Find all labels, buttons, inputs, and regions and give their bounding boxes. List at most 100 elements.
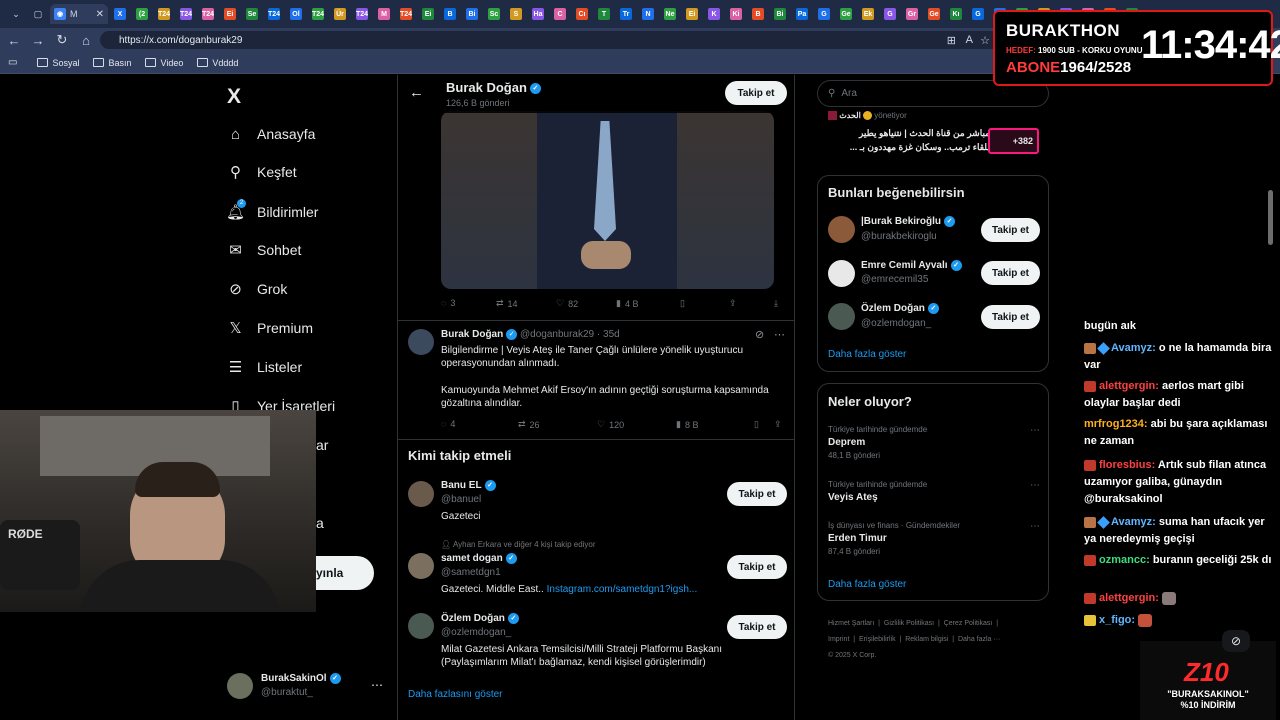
back-arrow-icon[interactable]: ← xyxy=(409,84,424,101)
footer-link[interactable]: Erişilebilirlik xyxy=(859,636,896,643)
sidebar-partial-label[interactable]: ar xyxy=(316,437,328,453)
browser-tab[interactable]: Ür xyxy=(330,4,350,24)
browser-tab[interactable]: T24 xyxy=(154,4,174,24)
tweet-author-name[interactable]: Burak Doğan xyxy=(441,329,503,340)
reply-button[interactable]: ◌ 3 xyxy=(441,298,455,308)
sidebar-item-premium[interactable]: 𝕏 Premium xyxy=(227,316,313,340)
bookmark-button[interactable]: ▯ xyxy=(680,298,685,309)
avatar[interactable] xyxy=(828,260,855,287)
user-handle[interactable]: @sametdgn1 xyxy=(441,567,501,578)
show-more-link[interactable]: Daha fazlasını göster xyxy=(408,689,503,700)
browser-tab[interactable]: Ge xyxy=(924,4,944,24)
sidebar-item-home[interactable]: ⌂ Anasayfa xyxy=(227,122,315,146)
browser-tab[interactable]: K xyxy=(704,4,724,24)
browser-tab[interactable]: G xyxy=(880,4,900,24)
browser-tab[interactable]: Ei xyxy=(220,4,240,24)
browser-tab[interactable]: Bi xyxy=(770,4,790,24)
browser-tab[interactable]: T24 xyxy=(308,4,328,24)
avatar[interactable] xyxy=(408,613,434,639)
browser-tab[interactable]: M xyxy=(374,4,394,24)
show-more-link[interactable]: Daha fazla göster xyxy=(828,349,906,360)
browser-tab[interactable]: T24 xyxy=(264,4,284,24)
user-name[interactable]: Emre Cemil Ayvalı xyxy=(861,260,948,271)
browser-tab[interactable]: C xyxy=(550,4,570,24)
follow-button[interactable]: Takip et xyxy=(981,218,1040,242)
url-bar[interactable]: https://x.com/doganburak29 ⊞ A ☆ xyxy=(100,31,1000,49)
footer-link[interactable]: Çerez Politikası xyxy=(944,620,993,627)
show-more-link[interactable]: Daha fazla göster xyxy=(828,579,906,590)
follow-button[interactable]: Takip et xyxy=(727,615,787,639)
more-icon[interactable]: ⋯ xyxy=(1030,425,1040,436)
bookmark-folder[interactable]: Video xyxy=(145,58,183,68)
footer-link[interactable]: Imprint xyxy=(828,636,849,643)
forward-button[interactable]: → xyxy=(28,30,48,50)
retweet-button[interactable]: ⇄ 26 xyxy=(518,419,540,430)
more-icon[interactable]: ⋯ xyxy=(1030,480,1040,491)
browser-tab[interactable]: T24 xyxy=(198,4,218,24)
browser-tab[interactable]: Ha xyxy=(528,4,548,24)
user-handle[interactable]: @banuel xyxy=(441,494,481,505)
x-logo-icon[interactable]: X xyxy=(227,85,241,109)
avatar[interactable] xyxy=(828,216,855,243)
user-name[interactable]: |Burak Bekiroğlu xyxy=(861,216,941,227)
page-scrollbar[interactable] xyxy=(1268,190,1273,245)
browser-tab[interactable]: Se xyxy=(242,4,262,24)
browser-tab[interactable]: Sc xyxy=(484,4,504,24)
sidebar-item-explore[interactable]: ⚲ Keşfet xyxy=(227,160,297,184)
reading-list-icon[interactable]: ▭ xyxy=(8,57,17,68)
trend-item[interactable]: İş dünyası ve finans · Gündemdekiler Erd… xyxy=(828,521,1040,557)
footer-link[interactable]: Reklam bilgisi xyxy=(905,636,948,643)
browser-tab[interactable]: Tr xyxy=(616,4,636,24)
user-handle[interactable]: @emrecemil35 xyxy=(861,274,928,285)
grok-icon[interactable]: ⊘ xyxy=(755,328,764,341)
browser-tab[interactable]: Ek xyxy=(858,4,878,24)
share-button[interactable]: ⇪ xyxy=(774,419,782,430)
browser-tab[interactable]: Ki xyxy=(726,4,746,24)
follow-button[interactable]: Takip et xyxy=(727,555,787,579)
share-button[interactable]: ⇪ xyxy=(729,298,737,309)
views-button[interactable]: ▮ 8 B xyxy=(676,419,698,430)
browser-tab[interactable]: G xyxy=(814,4,834,24)
reply-button[interactable]: ◌ 4 xyxy=(441,419,455,429)
footer-link[interactable]: Hizmet Şartları xyxy=(828,620,874,627)
home-button[interactable]: ⌂ xyxy=(76,30,96,50)
live-space[interactable]: الحدث yönetiyor مباشر من قناة الحدث | نت… xyxy=(817,108,1049,166)
split-view-icon[interactable]: ⊞ xyxy=(947,34,956,47)
browser-tab[interactable]: Pa xyxy=(792,4,812,24)
browser-tab[interactable]: T24 xyxy=(176,4,196,24)
bookmark-folder[interactable]: Vdddd xyxy=(197,58,238,68)
browser-tab[interactable]: Ne xyxy=(660,4,680,24)
follow-button[interactable]: Takip et xyxy=(727,482,787,506)
browser-tab[interactable]: G xyxy=(968,4,988,24)
browser-tab[interactable]: Gr xyxy=(902,4,922,24)
follow-button[interactable]: Takip et xyxy=(725,81,787,105)
sidebar-partial-label[interactable]: a xyxy=(316,515,324,531)
trend-item[interactable]: Türkiye tarihinde gündemde Deprem 48,1 B… xyxy=(828,425,1040,461)
browser-tab[interactable]: Ge xyxy=(836,4,856,24)
more-icon[interactable]: ⋯ xyxy=(371,678,383,692)
browser-tab[interactable]: (2 xyxy=(132,4,152,24)
user-name[interactable]: Banu EL xyxy=(441,480,482,491)
browser-tab[interactable]: B xyxy=(440,4,460,24)
user-handle[interactable]: @ozlemdogan_ xyxy=(441,627,511,638)
back-button[interactable]: ← xyxy=(4,30,24,50)
bio-link[interactable]: Instagram.com/sametdgn1?igsh... xyxy=(547,584,698,595)
bookmark-folder[interactable]: Sosyal xyxy=(37,58,79,68)
sidebar-item-lists[interactable]: ☰ Listeler xyxy=(227,355,302,379)
tweet-author-handle[interactable]: @doganburak29 xyxy=(520,329,594,340)
browser-tab[interactable]: Kı xyxy=(946,4,966,24)
follow-button[interactable]: Takip et xyxy=(981,261,1040,285)
workspaces-icon[interactable]: ▢ xyxy=(28,4,48,24)
trend-item[interactable]: Türkiye tarihinde gündemde Veyis Ateş ⋯ xyxy=(828,480,1040,510)
avatar[interactable] xyxy=(408,329,434,355)
tweet-timestamp[interactable]: · 35d xyxy=(597,329,620,340)
retweet-button[interactable]: ⇄ 14 xyxy=(496,298,518,309)
user-name[interactable]: Özlem Doğan xyxy=(861,303,925,314)
bookmark-button[interactable]: ▯ xyxy=(754,419,759,430)
avatar[interactable] xyxy=(408,553,434,579)
tweet-image[interactable] xyxy=(441,111,774,289)
browser-tab[interactable]: T24 xyxy=(396,4,416,24)
browser-tab[interactable]: Ol xyxy=(286,4,306,24)
like-button[interactable]: ♡ 120 xyxy=(597,419,624,430)
views-button[interactable]: ▮ 4 B xyxy=(616,298,638,309)
